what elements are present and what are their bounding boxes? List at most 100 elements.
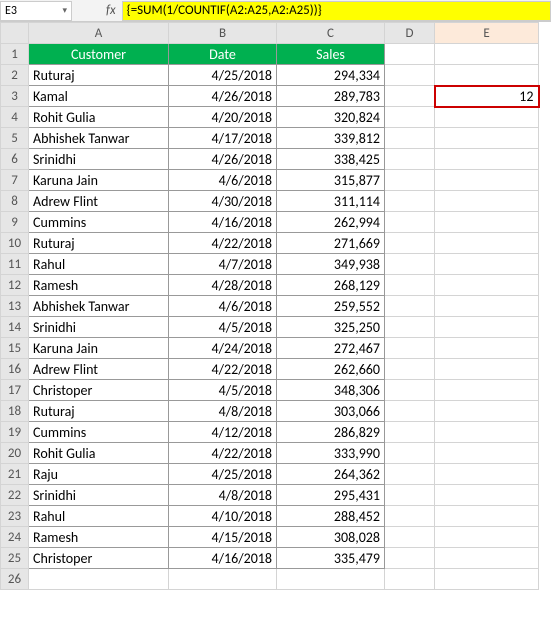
cell[interactable]	[385, 107, 435, 128]
cell-date[interactable]: 4/10/2018	[169, 506, 277, 527]
cell-sales[interactable]: 262,660	[277, 359, 385, 380]
cell-sales[interactable]: 349,938	[277, 254, 385, 275]
col-header-c[interactable]: C	[277, 23, 385, 44]
cell-sales[interactable]: 325,250	[277, 317, 385, 338]
cell[interactable]	[435, 317, 539, 338]
header-date[interactable]: Date	[169, 44, 277, 65]
cell-customer[interactable]: Rohit Gulia	[29, 107, 169, 128]
cell[interactable]	[385, 401, 435, 422]
cell-date[interactable]: 4/28/2018	[169, 275, 277, 296]
row-header[interactable]: 22	[1, 485, 29, 506]
cell[interactable]	[385, 527, 435, 548]
fx-icon[interactable]: fx	[106, 3, 116, 18]
cell[interactable]	[385, 44, 435, 65]
cell[interactable]	[435, 149, 539, 170]
cell-date[interactable]: 4/22/2018	[169, 233, 277, 254]
cell-customer[interactable]: Ruturaj	[29, 65, 169, 86]
row-header[interactable]: 5	[1, 128, 29, 149]
cell[interactable]	[435, 338, 539, 359]
cell[interactable]	[435, 107, 539, 128]
cell[interactable]	[435, 191, 539, 212]
cell-sales[interactable]: 289,783	[277, 86, 385, 107]
cell-sales[interactable]: 264,362	[277, 464, 385, 485]
result-cell[interactable]: 12	[435, 86, 539, 107]
cell-customer[interactable]: Ruturaj	[29, 233, 169, 254]
row-header[interactable]: 14	[1, 317, 29, 338]
name-box[interactable]: E3 ▾	[0, 1, 72, 21]
cell-sales[interactable]: 333,990	[277, 443, 385, 464]
cell-customer[interactable]: Ruturaj	[29, 401, 169, 422]
cell-customer[interactable]: Srinidhi	[29, 317, 169, 338]
cell-customer[interactable]: Abhishek Tanwar	[29, 296, 169, 317]
row-header[interactable]: 26	[1, 569, 29, 590]
cell-date[interactable]: 4/17/2018	[169, 128, 277, 149]
cell-sales[interactable]: 348,306	[277, 380, 385, 401]
cell[interactable]	[385, 149, 435, 170]
cell-date[interactable]: 4/26/2018	[169, 149, 277, 170]
cell[interactable]	[385, 296, 435, 317]
cell-date[interactable]: 4/30/2018	[169, 191, 277, 212]
cell-sales[interactable]: 259,552	[277, 296, 385, 317]
row-header[interactable]: 8	[1, 191, 29, 212]
cell-customer[interactable]: Srinidhi	[29, 149, 169, 170]
cell-date[interactable]: 4/22/2018	[169, 359, 277, 380]
cell[interactable]	[435, 254, 539, 275]
cell[interactable]	[385, 359, 435, 380]
cell[interactable]	[385, 380, 435, 401]
cell-customer[interactable]: Karuna Jain	[29, 170, 169, 191]
cell[interactable]	[435, 44, 539, 65]
cell-customer[interactable]: Ramesh	[29, 527, 169, 548]
cell-customer[interactable]: Rahul	[29, 254, 169, 275]
cell[interactable]	[435, 65, 539, 86]
cell[interactable]	[385, 128, 435, 149]
cell-date[interactable]: 4/25/2018	[169, 464, 277, 485]
formula-input[interactable]: {=SUM(1/COUNTIF(A2:A25,A2:A25))}	[122, 1, 551, 21]
cell[interactable]	[435, 527, 539, 548]
row-header[interactable]: 20	[1, 443, 29, 464]
cell[interactable]	[385, 212, 435, 233]
cell[interactable]	[385, 548, 435, 569]
cell-customer[interactable]: Karuna Jain	[29, 338, 169, 359]
cell-date[interactable]: 4/5/2018	[169, 317, 277, 338]
cell-customer[interactable]: Cummins	[29, 422, 169, 443]
cell[interactable]	[435, 170, 539, 191]
cell-date[interactable]: 4/7/2018	[169, 254, 277, 275]
cell-sales[interactable]: 315,877	[277, 170, 385, 191]
cell-sales[interactable]: 288,452	[277, 506, 385, 527]
cell-date[interactable]: 4/20/2018	[169, 107, 277, 128]
cell-date[interactable]: 4/5/2018	[169, 380, 277, 401]
cell-sales[interactable]: 308,028	[277, 527, 385, 548]
row-header[interactable]: 18	[1, 401, 29, 422]
cell[interactable]	[435, 212, 539, 233]
row-header[interactable]: 2	[1, 65, 29, 86]
cell-sales[interactable]: 338,425	[277, 149, 385, 170]
cell[interactable]	[385, 191, 435, 212]
row-header[interactable]: 12	[1, 275, 29, 296]
cell[interactable]	[29, 569, 169, 590]
header-sales[interactable]: Sales	[277, 44, 385, 65]
cell-customer[interactable]: Rahul	[29, 506, 169, 527]
cell-sales[interactable]: 294,334	[277, 65, 385, 86]
row-header[interactable]: 9	[1, 212, 29, 233]
cell[interactable]	[385, 485, 435, 506]
row-header[interactable]: 4	[1, 107, 29, 128]
cell[interactable]	[385, 254, 435, 275]
cell-customer[interactable]: Christoper	[29, 548, 169, 569]
cell[interactable]	[435, 380, 539, 401]
cell-sales[interactable]: 286,829	[277, 422, 385, 443]
row-header[interactable]: 3	[1, 86, 29, 107]
cell-customer[interactable]: Cummins	[29, 212, 169, 233]
col-header-e[interactable]: E	[435, 23, 539, 44]
cell-date[interactable]: 4/6/2018	[169, 296, 277, 317]
cell-customer[interactable]: Adrew Flint	[29, 359, 169, 380]
cell-date[interactable]: 4/15/2018	[169, 527, 277, 548]
cell-customer[interactable]: Rohit Gulia	[29, 443, 169, 464]
cell-customer[interactable]: Raju	[29, 464, 169, 485]
cell[interactable]	[435, 464, 539, 485]
cell-sales[interactable]: 268,129	[277, 275, 385, 296]
row-header[interactable]: 17	[1, 380, 29, 401]
cell-date[interactable]: 4/8/2018	[169, 485, 277, 506]
cell[interactable]	[435, 128, 539, 149]
header-customer[interactable]: Customer	[29, 44, 169, 65]
cell-date[interactable]: 4/16/2018	[169, 548, 277, 569]
